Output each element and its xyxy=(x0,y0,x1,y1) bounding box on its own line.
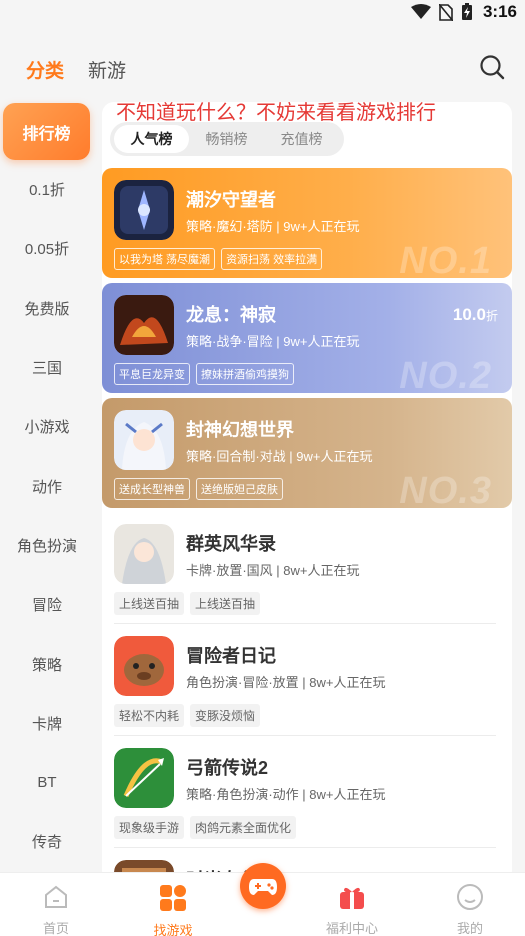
nav-find-games[interactable]: 找游戏 xyxy=(133,883,213,936)
tab-category[interactable]: 分类 xyxy=(26,56,64,83)
sidebar-item-card[interactable]: 卡牌 xyxy=(0,694,94,753)
sidebar-item-mini-games[interactable]: 小游戏 xyxy=(0,397,94,456)
game-tag: 以我为塔 荡尽魔潮 xyxy=(114,248,216,270)
game-center-button[interactable] xyxy=(240,863,286,909)
game-meta: 策略·魔幻·塔防 | 9w+人正在玩 xyxy=(186,219,360,234)
profile-icon xyxy=(457,884,483,910)
game-name: 群英风华录 xyxy=(186,534,276,554)
game-tags: 以我为塔 荡尽魔潮 资源扫荡 效率拉满 xyxy=(114,248,323,270)
game-meta: 角色扮演·冒险·放置 | 8w+人正在玩 xyxy=(186,675,386,690)
ranking-tabs: 人气榜 畅销榜 充值榜 xyxy=(110,122,344,156)
discount-unit: 折 xyxy=(485,309,498,323)
clock: 3:16 xyxy=(482,2,517,21)
game-icon-tide-watcher xyxy=(114,180,174,240)
sidebar-item-adventure[interactable]: 冒险 xyxy=(0,575,94,634)
tab-top-up[interactable]: 充值榜 xyxy=(264,125,339,153)
wifi-icon xyxy=(411,4,431,19)
game-tags: 上线送百抽 上线送百抽 xyxy=(114,592,261,615)
tab-new-games[interactable]: 新游 xyxy=(88,56,126,83)
nav-home-label: 首页 xyxy=(42,921,69,936)
sidebar-item-action[interactable]: 动作 xyxy=(0,456,94,515)
nav-find-games-label: 找游戏 xyxy=(153,923,193,936)
sidebar-item-bt[interactable]: BT xyxy=(0,753,94,812)
game-name: 封神幻想世界 xyxy=(186,420,294,440)
bottom-nav: 首页 找游戏 福利中心 我的 xyxy=(0,863,525,936)
game-tag: 上线送百抽 xyxy=(114,592,185,615)
game-tag: 轻松不内耗 xyxy=(114,704,185,727)
rank-number: NO.1 xyxy=(399,240,492,278)
nav-home[interactable]: 首页 xyxy=(16,883,96,936)
game-tag: 送绝版妲己皮肤 xyxy=(196,478,283,500)
list-item[interactable]: 群英风华录 卡牌·放置·国风 | 8w+人正在玩 上线送百抽 上线送百抽 xyxy=(102,512,512,624)
game-tag: 资源扫荡 效率拉满 xyxy=(221,248,323,270)
nav-mine-label: 我的 xyxy=(456,921,483,936)
discount-badge: 10.0折 xyxy=(453,305,498,325)
rank-card-3[interactable]: 封神幻想世界 策略·回合制·对战 | 9w+人正在玩 送成长型神兽 送绝版妲己皮… xyxy=(102,398,512,508)
game-name: 弓箭传说2 xyxy=(186,758,269,778)
rank-card-1[interactable]: 潮汐守望者 策略·魔幻·塔防 | 9w+人正在玩 以我为塔 荡尽魔潮 资源扫荡 … xyxy=(102,168,512,278)
gamepad-icon xyxy=(249,879,277,895)
game-icon-qunying xyxy=(114,524,174,584)
status-bar: 3:16 xyxy=(0,0,525,24)
no-sim-icon xyxy=(439,3,453,21)
sidebar-item-free[interactable]: 免费版 xyxy=(0,279,94,338)
game-icon-adventurer-diary xyxy=(114,636,174,696)
game-icon-archero-2 xyxy=(114,748,174,808)
game-tag: 撩妹拼酒偷鸡摸狗 xyxy=(196,363,294,385)
gift-icon xyxy=(340,887,364,909)
nav-mine[interactable]: 我的 xyxy=(430,883,510,936)
search-icon[interactable] xyxy=(479,54,505,80)
battery-charging-icon xyxy=(462,3,472,20)
game-icon-fengshen xyxy=(114,410,174,470)
sidebar-item-three-kingdoms[interactable]: 三国 xyxy=(0,338,94,397)
game-icon-dragon-breath xyxy=(114,295,174,355)
game-meta: 策略·战争·冒险 | 9w+人正在玩 xyxy=(186,334,360,349)
discount-value: 10.0 xyxy=(452,305,486,324)
game-name: 冒险者日记 xyxy=(186,646,276,666)
game-meta: 策略·角色扮演·动作 | 8w+人正在玩 xyxy=(186,787,386,802)
game-tag: 送成长型神兽 xyxy=(114,478,190,500)
list-item[interactable]: 弓箭传说2 策略·角色扮演·动作 | 8w+人正在玩 现象级手游 肉鸽元素全面优… xyxy=(102,736,512,848)
game-meta: 卡牌·放置·国风 | 8w+人正在玩 xyxy=(186,563,360,578)
game-tag: 变豚没烦恼 xyxy=(190,704,261,727)
rank-number: NO.3 xyxy=(399,470,492,508)
sidebar-item-ranking[interactable]: 排行榜 xyxy=(3,103,90,160)
game-tag: 肉鸽元素全面优化 xyxy=(190,816,297,839)
nav-welfare-label: 福利中心 xyxy=(325,921,378,936)
tab-popular[interactable]: 人气榜 xyxy=(114,125,189,153)
category-sidebar: 排行榜 0.1折 0.05折 免费版 三国 小游戏 动作 角色扮演 冒险 策略 … xyxy=(0,100,94,872)
game-tags: 平息巨龙异变 撩妹拼酒偷鸡摸狗 xyxy=(114,363,294,385)
home-icon xyxy=(45,885,67,908)
rank-number: NO.2 xyxy=(399,355,492,393)
status-icons xyxy=(411,3,473,21)
game-tag: 上线送百抽 xyxy=(190,592,261,615)
game-tag: 现象级手游 xyxy=(114,816,185,839)
nav-welfare[interactable]: 福利中心 xyxy=(312,883,392,936)
sidebar-item-rpg[interactable]: 角色扮演 xyxy=(0,516,94,575)
sidebar-item-0.05-discount[interactable]: 0.05折 xyxy=(0,219,94,278)
game-name: 潮汐守望者 xyxy=(186,190,276,210)
game-meta: 策略·回合制·对战 | 9w+人正在玩 xyxy=(186,449,373,464)
sidebar-item-legend[interactable]: 传奇 xyxy=(0,812,94,871)
tab-bestselling[interactable]: 畅销榜 xyxy=(189,125,264,153)
rank-card-2[interactable]: 龙息：神寂 策略·战争·冒险 | 9w+人正在玩 10.0折 平息巨龙异变 撩妹… xyxy=(102,283,512,393)
game-tags: 轻松不内耗 变豚没烦恼 xyxy=(114,704,261,727)
game-name: 龙息：神寂 xyxy=(186,305,276,325)
sidebar-item-strategy[interactable]: 策略 xyxy=(0,634,94,693)
grid-icon xyxy=(160,885,186,911)
game-tags: 送成长型神兽 送绝版妲己皮肤 xyxy=(114,478,283,500)
game-tags: 现象级手游 肉鸽元素全面优化 xyxy=(114,816,297,839)
list-item[interactable]: 冒险者日记 角色扮演·冒险·放置 | 8w+人正在玩 轻松不内耗 变豚没烦恼 xyxy=(102,624,512,736)
top-bar: 分类 新游 xyxy=(0,48,525,88)
ranking-panel: 不知道玩什么？不妨来看看游戏排行 人气榜 畅销榜 充值榜 潮汐守望者 策略·魔幻… xyxy=(102,102,512,882)
sidebar-item-0.1-discount[interactable]: 0.1折 xyxy=(0,160,94,219)
game-tag: 平息巨龙异变 xyxy=(114,363,190,385)
